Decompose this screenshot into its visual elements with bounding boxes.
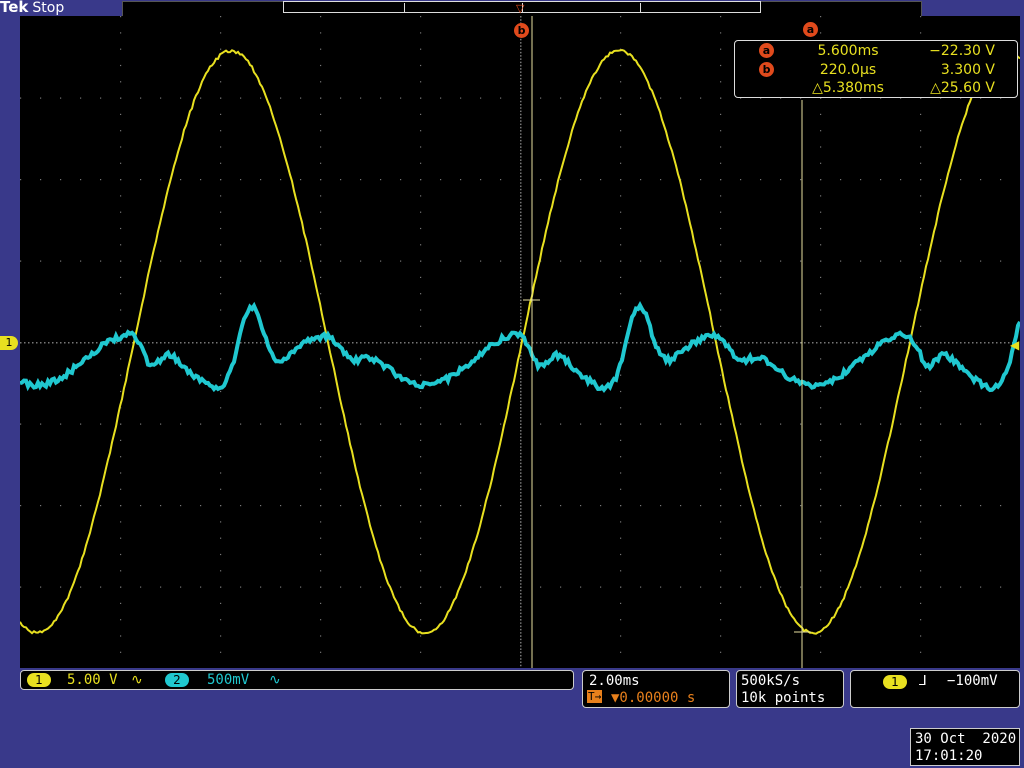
ch2-badge[interactable]: 2	[165, 673, 189, 687]
cursor-a-time: 5.600ms	[793, 43, 903, 59]
cursor-b-badge: b	[759, 62, 774, 77]
trigger-slope-icon[interactable]: ⅃	[919, 673, 927, 689]
cursor-delta-time: △5.380ms	[793, 80, 903, 96]
ch1-coupling-icon: ∿	[131, 672, 143, 688]
record-length: 10k points	[741, 690, 825, 706]
trigger-position[interactable]: ▼0.00000 s	[611, 690, 695, 706]
ch2-scale[interactable]: 500mV	[207, 672, 249, 688]
sample-rate: 500kS/s	[741, 673, 800, 689]
cursor-delta-voltage: △25.60 V	[930, 80, 995, 96]
cursor-a-badge: a	[759, 43, 774, 58]
record-tick	[640, 3, 641, 12]
trigger-position-icon[interactable]: ▽	[516, 2, 524, 15]
brand-status: Tek Stop	[0, 0, 64, 16]
ch1-badge[interactable]: 1	[27, 673, 51, 687]
channel-panel[interactable]: 1 5.00 V ∿ 2 500mV ∿	[20, 670, 574, 690]
cursor-b-marker[interactable]: b	[514, 23, 529, 38]
graticule-grid	[20, 16, 1018, 668]
time: 17:01:20	[915, 748, 982, 764]
graticule[interactable]	[20, 16, 1020, 668]
cursor-readout: a 5.600ms −22.30 V b 220.0µs 3.300 V △5.…	[734, 40, 1018, 98]
ch2-coupling-icon: ∿	[269, 672, 281, 688]
trigger-level-icon[interactable]: ◀	[1010, 338, 1019, 352]
acquisition-state[interactable]: Stop	[32, 0, 64, 16]
timebase-scale[interactable]: 2.00ms	[589, 673, 640, 689]
waveform-display	[20, 16, 1020, 668]
datetime-panel: 30 Oct 2020 17:01:20	[910, 728, 1020, 766]
trigger-level[interactable]: −100mV	[947, 673, 998, 689]
timebase-panel[interactable]: 2.00ms T→ ▼0.00000 s	[582, 670, 730, 708]
trigger-panel[interactable]: 1 ⅃ −100mV	[850, 670, 1020, 708]
cursor-b-voltage: 3.300 V	[941, 62, 995, 78]
brand-logo: Tek	[0, 0, 28, 16]
trigger-position-badge: T→	[587, 690, 602, 703]
cursor-b-time: 220.0µs	[793, 62, 903, 78]
ch1-ground-marker[interactable]: 1	[0, 336, 18, 350]
acquisition-panel[interactable]: 500kS/s 10k points	[736, 670, 844, 708]
ch1-scale[interactable]: 5.00 V	[67, 672, 118, 688]
cursor-a-voltage: −22.30 V	[929, 43, 995, 59]
record-tick	[404, 3, 405, 12]
date: 30 Oct 2020	[915, 731, 1016, 747]
cursor-a-marker[interactable]: a	[803, 22, 818, 37]
trigger-source-badge[interactable]: 1	[883, 675, 907, 689]
